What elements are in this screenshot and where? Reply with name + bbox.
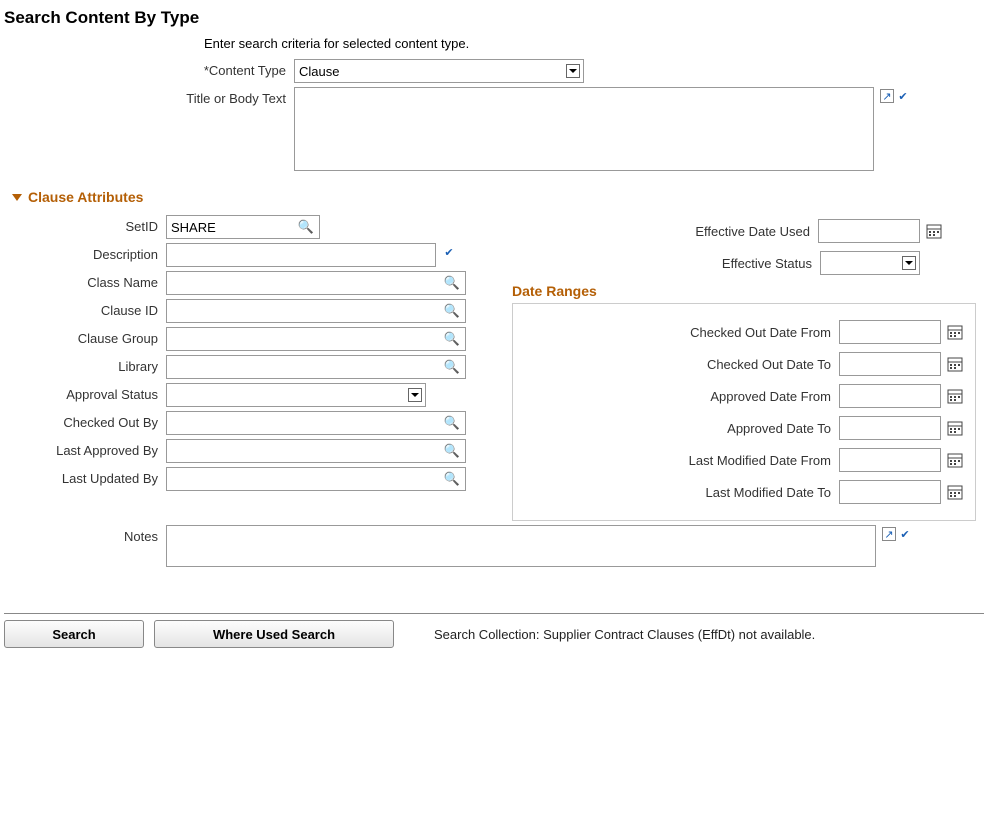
calendar-icon[interactable] [945, 386, 965, 406]
last-modified-to-label: Last Modified Date To [517, 485, 839, 500]
spellcheck-icon[interactable]: ✔ [442, 245, 456, 259]
lookup-icon[interactable]: 🔍 [444, 303, 460, 319]
notes-textarea[interactable] [166, 525, 876, 567]
calendar-icon[interactable] [945, 482, 965, 502]
lookup-icon[interactable]: 🔍 [444, 331, 460, 347]
lookup-icon[interactable]: 🔍 [298, 219, 314, 235]
checked-out-by-label: Checked Out By [4, 411, 166, 430]
content-type-select[interactable]: Clause [294, 59, 584, 83]
last-modified-from-input[interactable] [839, 448, 941, 472]
effective-date-used-label: Effective Date Used [695, 224, 818, 239]
checked-out-by-input[interactable] [166, 411, 466, 435]
spellcheck-icon[interactable]: ✔ [896, 89, 910, 103]
page-title: Search Content By Type [4, 8, 984, 28]
date-ranges-box: Checked Out Date From Checked Out Date T… [512, 303, 976, 521]
content-type-label: *Content Type [4, 59, 294, 78]
lookup-icon[interactable]: 🔍 [444, 471, 460, 487]
lookup-icon[interactable]: 🔍 [444, 275, 460, 291]
class-name-input[interactable] [166, 271, 466, 295]
approved-from-label: Approved Date From [517, 389, 839, 404]
last-approved-by-label: Last Approved By [4, 439, 166, 458]
date-ranges-header: Date Ranges [512, 283, 984, 299]
instruction-text: Enter search criteria for selected conte… [204, 36, 984, 51]
where-used-search-button[interactable]: Where Used Search [154, 620, 394, 648]
title-body-textarea[interactable] [294, 87, 874, 171]
setid-label: SetID [4, 215, 166, 234]
class-name-label: Class Name [4, 271, 166, 290]
last-modified-to-input[interactable] [839, 480, 941, 504]
last-modified-from-label: Last Modified Date From [517, 453, 839, 468]
effective-date-used-input[interactable] [818, 219, 920, 243]
spellcheck-icon[interactable]: ✔ [898, 527, 912, 541]
approved-from-input[interactable] [839, 384, 941, 408]
calendar-icon[interactable] [945, 450, 965, 470]
clause-group-label: Clause Group [4, 327, 166, 346]
clause-id-input[interactable] [166, 299, 466, 323]
calendar-icon[interactable] [924, 221, 944, 241]
checked-out-to-label: Checked Out Date To [517, 357, 839, 372]
library-label: Library [4, 355, 166, 374]
lookup-icon[interactable]: 🔍 [444, 359, 460, 375]
clause-group-input[interactable] [166, 327, 466, 351]
description-input[interactable] [166, 243, 436, 267]
notes-label: Notes [4, 525, 166, 544]
checked-out-to-input[interactable] [839, 352, 941, 376]
approved-to-label: Approved Date To [517, 421, 839, 436]
search-button[interactable]: Search [4, 620, 144, 648]
approval-status-select[interactable] [166, 383, 426, 407]
approval-status-label: Approval Status [4, 383, 166, 402]
lookup-icon[interactable]: 🔍 [444, 443, 460, 459]
library-input[interactable] [166, 355, 466, 379]
expand-icon[interactable]: ↗ [880, 89, 894, 103]
effective-status-label: Effective Status [722, 256, 820, 271]
last-updated-by-label: Last Updated By [4, 467, 166, 486]
clause-attributes-header: Clause Attributes [28, 189, 143, 205]
title-body-label: Title or Body Text [4, 87, 294, 106]
clause-id-label: Clause ID [4, 299, 166, 318]
calendar-icon[interactable] [945, 322, 965, 342]
checked-out-from-input[interactable] [839, 320, 941, 344]
calendar-icon[interactable] [945, 418, 965, 438]
description-label: Description [4, 243, 166, 262]
last-updated-by-input[interactable] [166, 467, 466, 491]
expand-icon[interactable]: ↗ [882, 527, 896, 541]
status-message: Search Collection: Supplier Contract Cla… [434, 627, 815, 642]
effective-status-select[interactable] [820, 251, 920, 275]
chevron-down-icon [12, 194, 22, 201]
lookup-icon[interactable]: 🔍 [444, 415, 460, 431]
approved-to-input[interactable] [839, 416, 941, 440]
last-approved-by-input[interactable] [166, 439, 466, 463]
checked-out-from-label: Checked Out Date From [517, 325, 839, 340]
clause-attributes-toggle[interactable]: Clause Attributes [12, 189, 984, 205]
calendar-icon[interactable] [945, 354, 965, 374]
